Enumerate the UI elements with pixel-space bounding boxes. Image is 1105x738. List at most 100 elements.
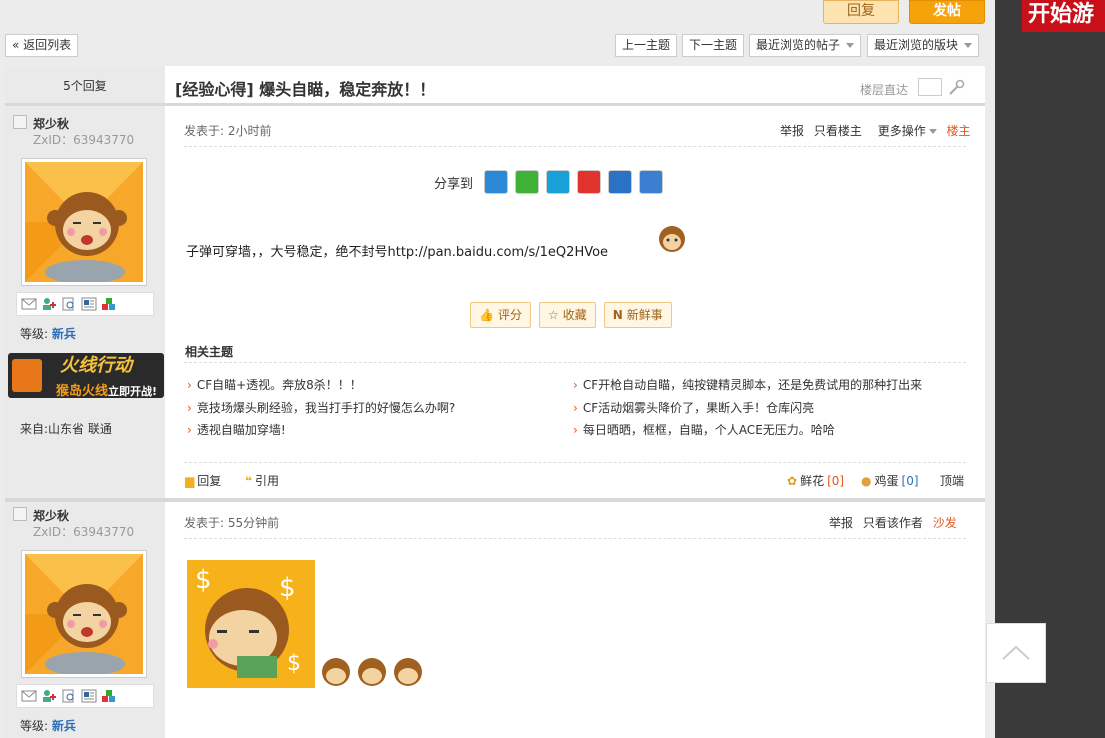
monkey-avatar-image bbox=[25, 554, 143, 674]
blocks-icon[interactable] bbox=[101, 297, 117, 311]
post-actions: 👍 评分 ☆ 收藏 N 新鲜事 bbox=[470, 302, 672, 328]
scroll-to-top-button[interactable] bbox=[986, 623, 1046, 683]
prev-topic-button[interactable]: 上一主题 bbox=[615, 34, 678, 57]
new-post-button[interactable]: 发帖 bbox=[909, 0, 985, 24]
quote-icon: ❝ bbox=[245, 473, 253, 488]
recent-boards-dropdown[interactable]: 最近浏览的版块 bbox=[867, 34, 980, 57]
profile-search-icon[interactable] bbox=[61, 689, 77, 703]
floor-jump-input[interactable] bbox=[918, 78, 942, 96]
post-ops: 举报 只看楼主 更多操作 楼主 bbox=[774, 122, 971, 139]
svg-text:$: $ bbox=[287, 651, 301, 676]
post-time: 发表于: 2小时前 bbox=[184, 124, 272, 138]
user-tools bbox=[16, 292, 154, 316]
report-link[interactable]: 举报 bbox=[829, 516, 853, 530]
divider bbox=[184, 146, 966, 147]
post-content: 子弹可穿墙，，大号稳定，绝不封号http://pan.baidu.com/s/1… bbox=[186, 241, 608, 260]
report-link[interactable]: 举报 bbox=[780, 124, 804, 138]
weibo-icon[interactable] bbox=[577, 170, 602, 194]
next-topic-button[interactable]: 下一主题 bbox=[682, 34, 745, 57]
username[interactable]: 郑少秋 bbox=[33, 507, 69, 524]
post-divider bbox=[5, 498, 985, 502]
related-link[interactable]: CF活动烟雾头降价了，果断入手！仓库闪亮 bbox=[573, 399, 814, 416]
only-author-link[interactable]: 只看楼主 bbox=[814, 124, 862, 138]
thumbs-up-icon: 👍 bbox=[479, 308, 494, 322]
avatar[interactable] bbox=[21, 158, 147, 286]
rate-button[interactable]: 👍 评分 bbox=[470, 302, 531, 328]
profile-card-icon[interactable] bbox=[81, 689, 97, 703]
rate-label: 评分 bbox=[497, 308, 522, 322]
star-icon[interactable] bbox=[608, 170, 633, 194]
mail-icon[interactable] bbox=[21, 297, 37, 311]
related-title: 相关主题 bbox=[185, 345, 234, 359]
username[interactable]: 郑少秋 bbox=[33, 115, 69, 132]
profile-card-icon[interactable] bbox=[81, 297, 97, 311]
more-ops-label: 更多操作 bbox=[877, 124, 926, 138]
ad-banner[interactable]: 开始游 bbox=[1022, 0, 1105, 32]
wechat-icon[interactable] bbox=[515, 170, 540, 194]
reply-link[interactable]: ▆ 回复 bbox=[185, 472, 221, 489]
wrench-icon[interactable] bbox=[947, 79, 965, 97]
recent-posts-dropdown[interactable]: 最近浏览的帖子 bbox=[749, 34, 862, 57]
rank-value[interactable]: 新兵 bbox=[52, 719, 76, 733]
thread-title: [经验心得] 爆头自瞄，稳定奔放！！ bbox=[175, 80, 436, 99]
reply-count: 5个回复 bbox=[63, 79, 107, 93]
rank-label: 等级: bbox=[20, 719, 49, 733]
flower-count-value: 0 bbox=[831, 473, 840, 488]
egg-link[interactable]: ● 鸡蛋 [0] bbox=[861, 472, 919, 489]
game-badge[interactable]: 火线行动 猴岛火线立即开战! bbox=[8, 353, 164, 398]
related-link[interactable]: CF自瞄+透视。奔放8杀！！！ bbox=[187, 376, 362, 393]
n-icon: N bbox=[612, 308, 623, 322]
thread-panel: 5个回复 [经验心得] 爆头自瞄，稳定奔放！！ 楼层直达 郑少秋 ZxID：63… bbox=[5, 66, 985, 738]
add-friend-icon[interactable] bbox=[41, 689, 57, 703]
favorite-button[interactable]: ☆ 收藏 bbox=[538, 302, 596, 328]
related-link[interactable]: 竞技场爆头刷经验，我当打手打的好慢怎么办啊? bbox=[187, 399, 455, 416]
mail-icon[interactable] bbox=[21, 689, 37, 703]
back-to-top-link[interactable]: 顶端 bbox=[940, 472, 964, 489]
user-rank: 等级: 新兵 bbox=[20, 717, 76, 734]
quote-link[interactable]: ❝ 引用 bbox=[245, 472, 279, 489]
favorite-label: 收藏 bbox=[562, 308, 587, 322]
egg-count: [0] bbox=[901, 473, 919, 488]
qq-icon[interactable] bbox=[484, 170, 509, 194]
recent-boards-label: 最近浏览的版块 bbox=[874, 38, 959, 52]
flower-count: [0] bbox=[827, 473, 845, 488]
game-badge-cta: 立即开战! bbox=[108, 385, 158, 398]
speech-bubble-icon: ▆ bbox=[185, 473, 195, 488]
tieba-icon[interactable] bbox=[639, 170, 664, 194]
flower-link[interactable]: ✿ 鲜花 [0] bbox=[787, 472, 844, 489]
related-link[interactable]: CF开枪自动自瞄，纯按键精灵脚本，还是免费试用的那种打出来 bbox=[573, 376, 922, 393]
egg-count-value: 0 bbox=[906, 473, 914, 488]
only-author-link[interactable]: 只看该作者 bbox=[863, 516, 923, 530]
fresh-news-label: 新鲜事 bbox=[626, 308, 663, 322]
related-link[interactable]: 每日晒晒，框框，自瞄，个人ACE无压力。哈哈 bbox=[573, 421, 835, 438]
user-tools bbox=[16, 684, 154, 708]
flower-label: 鲜花 bbox=[800, 474, 825, 488]
add-friend-icon[interactable] bbox=[41, 297, 57, 311]
divider bbox=[184, 538, 966, 539]
back-to-list-button[interactable]: « 返回列表 bbox=[5, 34, 79, 57]
floor-role: 沙发 bbox=[932, 516, 957, 530]
qzone-icon[interactable] bbox=[546, 170, 571, 194]
monkey-emoticons bbox=[322, 658, 422, 686]
blocks-icon[interactable] bbox=[101, 689, 117, 703]
game-badge-sub: 猴岛火线立即开战! bbox=[56, 380, 157, 398]
monkey-avatar-image bbox=[25, 162, 143, 282]
share-label: 分享到 bbox=[434, 176, 474, 192]
share-row: 分享到 bbox=[434, 170, 664, 194]
related-link[interactable]: 透视自瞄加穿墙! bbox=[187, 421, 286, 438]
profile-search-icon[interactable] bbox=[61, 297, 77, 311]
more-ops-dropdown[interactable]: 更多操作 bbox=[872, 124, 937, 138]
reply-button[interactable]: 回复 bbox=[823, 0, 899, 24]
divider bbox=[184, 362, 966, 363]
user-icon bbox=[13, 507, 27, 521]
floor-jump-label: 楼层直达 bbox=[860, 83, 909, 97]
game-logo-icon bbox=[12, 359, 42, 392]
avatar[interactable] bbox=[21, 550, 147, 678]
rank-value[interactable]: 新兵 bbox=[52, 327, 76, 341]
user-location: 来自:山东省 联通 bbox=[20, 422, 112, 436]
user-zxid: ZxID：63943770 bbox=[33, 133, 135, 147]
floor-role: 楼主 bbox=[946, 124, 971, 138]
caret-down-icon bbox=[928, 129, 937, 134]
star-icon: ☆ bbox=[547, 308, 559, 322]
fresh-news-button[interactable]: N 新鲜事 bbox=[603, 302, 672, 328]
